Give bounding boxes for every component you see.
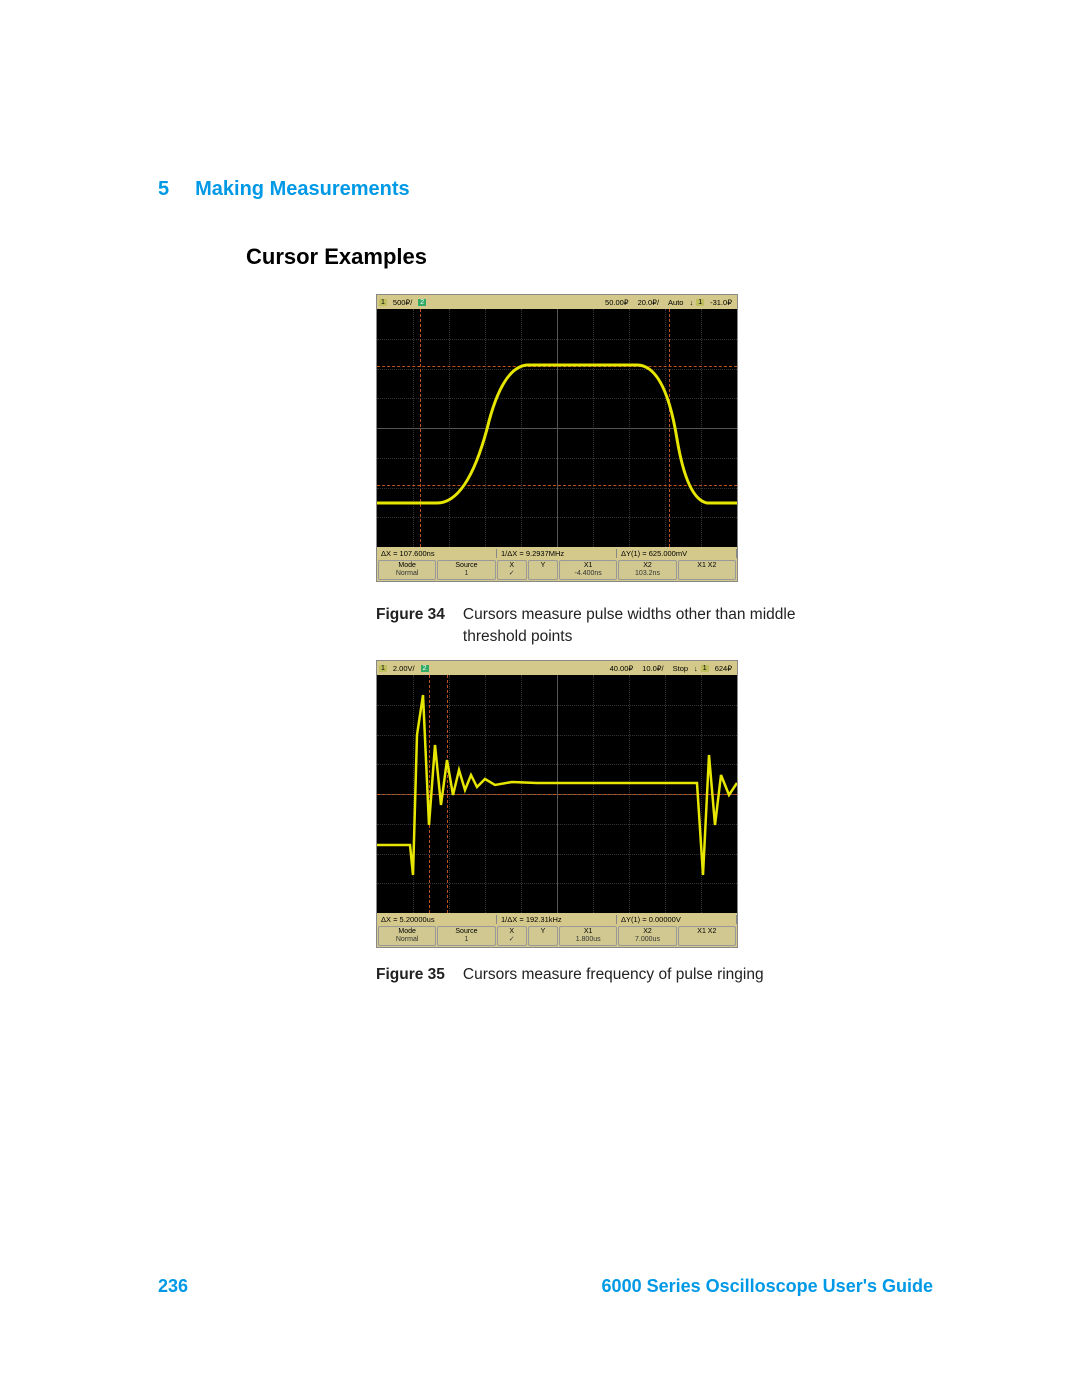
trigger-edge-icon: ↓ [689, 298, 693, 307]
softkey-x1[interactable]: X1-4.400ns [559, 560, 617, 580]
ch2-badge: 2 [421, 665, 429, 672]
time-div: 10.0₽/ [639, 664, 666, 673]
scope1-softkeys: ModeNormal Source1 X✓ Y X1-4.400ns X2103… [377, 559, 737, 581]
time-pos: 50.00₽ [602, 298, 632, 307]
inv-delta-x: 1/ΔX = 9.2937MHz [497, 549, 617, 558]
run-mode: Stop [670, 664, 691, 673]
scope2-plot [377, 675, 737, 913]
figure-text: Cursors measure pulse widths other than … [463, 604, 836, 647]
waveform-ch1 [377, 309, 737, 547]
trigger-edge-icon: ↓ [694, 664, 698, 673]
page-footer: 236 6000 Series Oscilloscope User's Guid… [158, 1276, 933, 1297]
scope2-topbar: 1 2.00V/ 2 40.00₽ 10.0₽/ Stop ↓ 1 624₽ [377, 661, 737, 675]
softkey-source[interactable]: Source1 [437, 926, 495, 946]
softkey-x1[interactable]: X11.800us [559, 926, 617, 946]
figure-35-caption: Figure 35 Cursors measure frequency of p… [376, 964, 836, 986]
ch1-badge: 1 [379, 665, 387, 672]
scope1-plot [377, 309, 737, 547]
figure-label: Figure 35 [376, 964, 445, 986]
chapter-number: 5 [158, 178, 169, 201]
softkey-mode[interactable]: ModeNormal [378, 560, 436, 580]
time-div: 20.0₽/ [635, 298, 662, 307]
trigger-level: 624₽ [712, 664, 735, 673]
time-pos: 40.00₽ [607, 664, 637, 673]
softkey-source[interactable]: Source1 [437, 560, 495, 580]
ch1-vdiv: 500₽/ [390, 298, 415, 307]
softkey-x1x2[interactable]: X1 X2 [678, 560, 736, 580]
ch1-vdiv: 2.00V/ [390, 664, 418, 673]
trigger-ch: 1 [696, 299, 704, 306]
softkey-x[interactable]: X✓ [497, 926, 527, 946]
figure-label: Figure 34 [376, 604, 445, 647]
delta-y: ΔY(1) = 0.00000V [617, 915, 737, 924]
trigger-ch: 1 [701, 665, 709, 672]
scope2-softkeys: ModeNormal Source1 X✓ Y X11.800us X27.00… [377, 925, 737, 947]
ch2-badge: 2 [418, 299, 426, 306]
figure-34-caption: Figure 34 Cursors measure pulse widths o… [376, 604, 836, 647]
softkey-x1x2[interactable]: X1 X2 [678, 926, 736, 946]
inv-delta-x: 1/ΔX = 192.31kHz [497, 915, 617, 924]
figure-34-scope: 1 500₽/ 2 50.00₽ 20.0₽/ Auto ↓ 1 -31.0₽ [376, 294, 738, 582]
waveform-ch1 [377, 675, 737, 913]
running-header: 5 Making Measurements [158, 178, 410, 201]
page-number: 236 [158, 1276, 188, 1297]
document-title: 6000 Series Oscilloscope User's Guide [602, 1276, 933, 1297]
scope1-topbar: 1 500₽/ 2 50.00₽ 20.0₽/ Auto ↓ 1 -31.0₽ [377, 295, 737, 309]
chapter-title: Making Measurements [195, 178, 410, 201]
softkey-x2[interactable]: X2103.2ns [618, 560, 676, 580]
figure-text: Cursors measure frequency of pulse ringi… [463, 964, 836, 986]
delta-x: ΔX = 5.20000us [377, 915, 497, 924]
ch1-badge: 1 [379, 299, 387, 306]
softkey-y[interactable]: Y [528, 926, 558, 946]
run-mode: Auto [665, 298, 686, 307]
softkey-x[interactable]: X✓ [497, 560, 527, 580]
section-title: Cursor Examples [246, 244, 427, 270]
softkey-y[interactable]: Y [528, 560, 558, 580]
delta-y: ΔY(1) = 625.000mV [617, 549, 737, 558]
softkey-mode[interactable]: ModeNormal [378, 926, 436, 946]
scope1-measurements: ΔX = 107.600ns 1/ΔX = 9.2937MHz ΔY(1) = … [377, 547, 737, 559]
figure-35-scope: 1 2.00V/ 2 40.00₽ 10.0₽/ Stop ↓ 1 624₽ [376, 660, 738, 948]
trigger-level: -31.0₽ [707, 298, 735, 307]
delta-x: ΔX = 107.600ns [377, 549, 497, 558]
scope2-measurements: ΔX = 5.20000us 1/ΔX = 192.31kHz ΔY(1) = … [377, 913, 737, 925]
softkey-x2[interactable]: X27.000us [618, 926, 676, 946]
